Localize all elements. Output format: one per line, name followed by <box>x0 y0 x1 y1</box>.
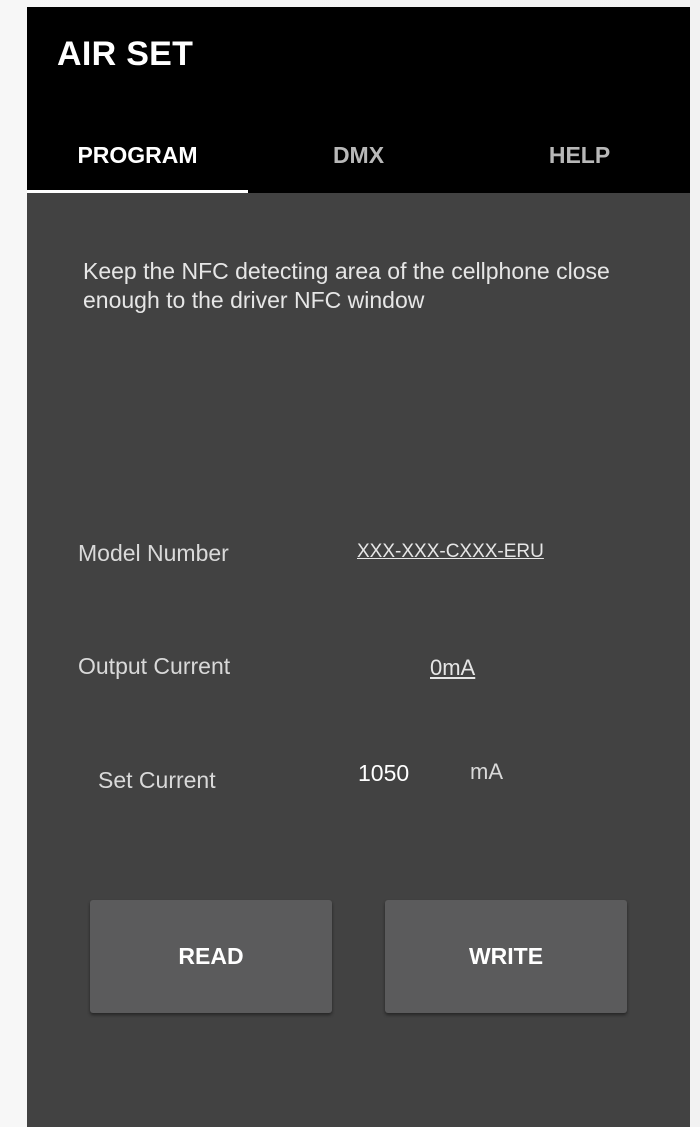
tab-dmx[interactable]: DMX <box>248 117 469 193</box>
set-current-unit: mA <box>470 759 503 784</box>
output-current-value[interactable]: 0mA <box>430 655 475 681</box>
app-screen: AIR SET PROGRAM DMX HELP Keep the NFC de… <box>27 7 690 1127</box>
model-number-label: Model Number <box>78 540 229 566</box>
output-current-label: Output Current <box>78 653 231 679</box>
set-current-input[interactable] <box>350 753 448 793</box>
nfc-instruction-text: Keep the NFC detecting area of the cellp… <box>83 258 610 313</box>
tab-program[interactable]: PROGRAM <box>27 117 248 193</box>
active-tab-indicator <box>27 190 248 193</box>
app-bar: AIR SET PROGRAM DMX HELP <box>27 7 690 193</box>
write-button[interactable]: WRITE <box>385 900 627 1013</box>
tab-bar: PROGRAM DMX HELP <box>27 117 690 193</box>
read-button[interactable]: READ <box>90 900 332 1013</box>
model-number-value[interactable]: XXX-XXX-CXXX-ERU <box>357 541 544 563</box>
tab-help[interactable]: HELP <box>469 117 690 193</box>
app-title: AIR SET <box>57 35 194 73</box>
set-current-label: Set Current <box>98 767 216 793</box>
